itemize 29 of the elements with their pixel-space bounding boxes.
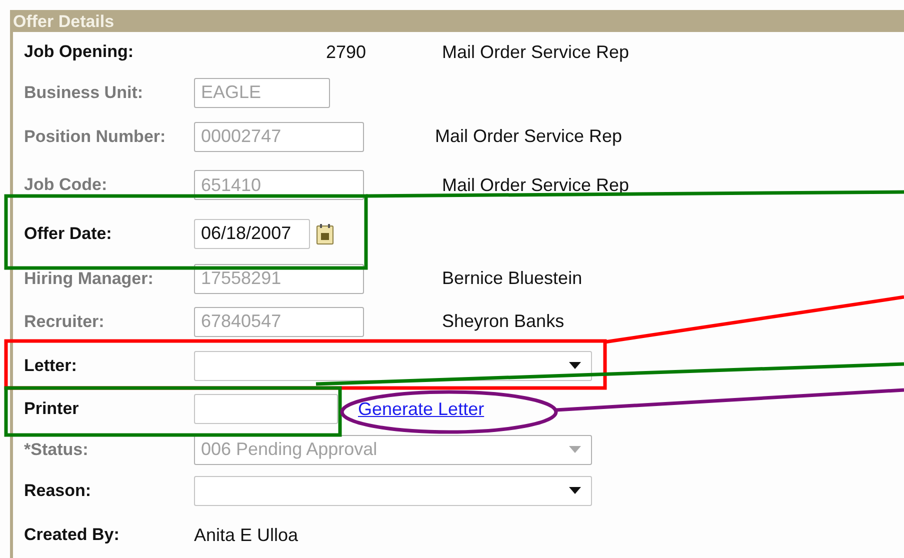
description-text: Sheyron Banks (442, 311, 564, 332)
panel-title: Offer Details (10, 10, 904, 32)
field-label: Offer Date: (24, 224, 113, 244)
description-text: Bernice Bluestein (442, 268, 582, 289)
calendar-icon[interactable] (316, 222, 334, 244)
dropdown-field[interactable] (194, 350, 592, 380)
date-field[interactable]: 06/18/2007 (194, 218, 310, 248)
dropdown-caret-icon (569, 446, 581, 453)
field-label: Job Opening: (24, 42, 135, 62)
field-label: Business Unit: (24, 82, 144, 102)
field-label: Position Number: (24, 126, 167, 146)
dropdown-field[interactable] (194, 476, 592, 506)
field-value: 2790 (324, 42, 366, 62)
field-label: Job Code: (24, 175, 108, 195)
dropdown-caret-icon (569, 487, 581, 494)
field-label: Hiring Manager: (24, 268, 154, 288)
description-text: Mail Order Service Rep (442, 174, 630, 196)
dropdown-caret-icon (569, 362, 581, 369)
description-text: Mail Order Service Rep (442, 42, 630, 62)
text-field[interactable] (194, 394, 338, 424)
description-text: Mail Order Service Rep (435, 126, 622, 147)
field-label: *Status: (24, 440, 90, 460)
field-label: Letter: (24, 356, 78, 376)
generate-letter-link[interactable]: Generate Letter (358, 398, 484, 420)
field-label: Created By: (24, 525, 120, 545)
field-label: Reason: (24, 480, 92, 500)
field-value: Anita E Ulloa (194, 524, 298, 546)
field-label: Recruiter: (24, 312, 106, 332)
field-label: Printer (24, 399, 80, 419)
